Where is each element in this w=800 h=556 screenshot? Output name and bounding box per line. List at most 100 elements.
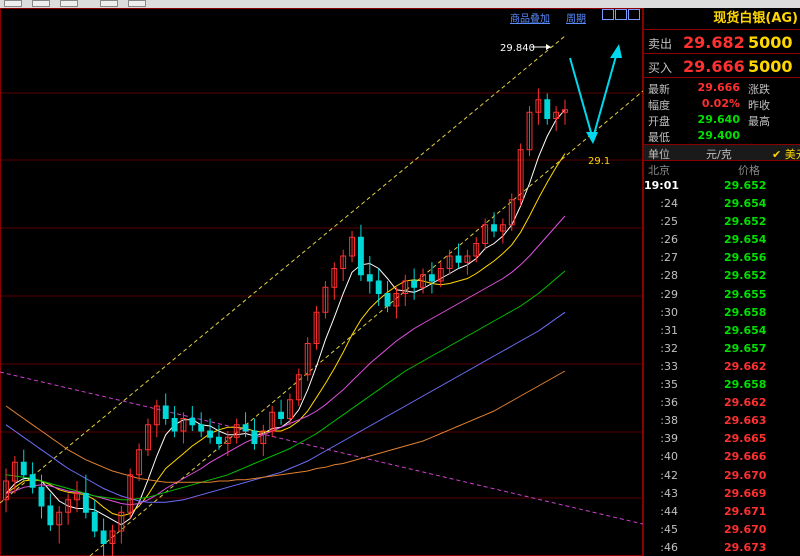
sell-label: 卖出 (648, 37, 673, 51)
candle (198, 412, 205, 438)
stat-value: 29.666 (697, 81, 740, 94)
tick-row: :30 29.658 (644, 304, 800, 322)
tick-time: :40 (660, 450, 678, 464)
candle (295, 368, 302, 406)
tick-price: 29.666 (724, 450, 767, 464)
period-icon-2[interactable] (615, 9, 627, 20)
sell-row[interactable]: 卖出 29.682 5000 (644, 30, 800, 54)
tick-price: 29.654 (724, 323, 767, 337)
candle-body (375, 280, 382, 294)
candle (411, 268, 418, 300)
chart-border (0, 8, 643, 556)
candle (180, 412, 187, 444)
top-toolbar (0, 0, 800, 8)
tick-row: :35 29.658 (644, 376, 800, 394)
tick-row: :44 29.671 (644, 503, 800, 521)
tick-price: 29.663 (724, 414, 767, 428)
toolbar-button-5[interactable] (128, 0, 146, 7)
candles (3, 88, 568, 556)
stat-value: 29.400 (697, 129, 740, 142)
tick-row: :36 29.662 (644, 394, 800, 412)
tick-price: 29.652 (724, 269, 767, 283)
candlestick-chart[interactable]: 29.840 29.1 (0, 8, 643, 556)
tick-list[interactable]: 19:01 29.652:24 29.654:25 29.652:26 29.654:2… (644, 177, 800, 556)
candle (340, 249, 347, 281)
product-overlay-link[interactable]: 商品叠加 (510, 10, 550, 25)
high-marker-arrow (546, 44, 551, 50)
ma-line (5, 370, 566, 483)
candle (535, 88, 542, 125)
candle-body (91, 511, 98, 532)
candle (145, 418, 151, 456)
tick-row: 19:01 29.652 (644, 177, 800, 195)
tick-price: 29.669 (724, 486, 767, 500)
toolbar-button-2[interactable] (32, 0, 50, 7)
tick-row: :38 29.663 (644, 412, 800, 430)
tick-price: 29.665 (724, 432, 767, 446)
tick-time: :25 (660, 215, 678, 229)
period-icon-3[interactable] (628, 9, 640, 20)
tick-row: :43 29.669 (644, 485, 800, 503)
projection-down-arrowhead (586, 132, 598, 144)
candle-body (278, 411, 285, 419)
candle-body (20, 461, 27, 476)
candle-body (162, 405, 169, 419)
toolbar-button-3[interactable] (60, 0, 78, 7)
projection-up-arrowhead (610, 44, 622, 58)
quote-panel: 现货白银(AG) 卖出 29.682 5000 买入 29.666 5000 最… (643, 8, 800, 556)
candle (233, 418, 240, 444)
tick-time: :46 (660, 540, 678, 554)
candle (331, 262, 338, 300)
tick-price: 29.654 (724, 197, 767, 211)
tick-time: :29 (660, 287, 678, 301)
period-icon-1[interactable] (602, 9, 614, 20)
toolbar-button-4[interactable] (100, 0, 118, 7)
sell-volume: 5000 (748, 33, 793, 52)
candle-body (411, 280, 418, 288)
candle-body (38, 486, 45, 507)
ticks-header-place: 北京 (648, 164, 670, 177)
candle-body (357, 236, 364, 276)
tick-price: 29.673 (724, 540, 767, 554)
instrument-title: 现货白银(AG) (644, 8, 800, 30)
tick-price: 29.652 (724, 215, 767, 229)
period-icons (602, 9, 640, 20)
tick-row: :26 29.654 (644, 231, 800, 249)
stat-label-2: 昨收 (748, 99, 770, 112)
tick-row: :24 29.654 (644, 195, 800, 213)
candle (269, 406, 276, 438)
candle-body (366, 274, 373, 282)
candle (349, 231, 355, 263)
candle (251, 418, 258, 450)
currency-toggle[interactable]: ✔ 美元 (772, 146, 800, 162)
tick-price: 29.671 (724, 504, 767, 518)
candle-body (207, 430, 214, 438)
candle (357, 224, 364, 281)
period-link[interactable]: 周期 (566, 10, 586, 25)
candle-body (251, 430, 258, 444)
candle (446, 249, 453, 275)
buy-label: 买入 (648, 61, 673, 75)
candle (366, 256, 373, 294)
tick-price: 29.655 (724, 287, 767, 301)
unit-label: 单位 (648, 148, 670, 161)
candle (499, 218, 506, 244)
candle (118, 506, 125, 544)
tick-time: :24 (660, 197, 678, 211)
buy-row[interactable]: 买入 29.666 5000 (644, 54, 800, 78)
candle-body (491, 224, 497, 232)
candle-body (428, 274, 435, 282)
candle (553, 106, 560, 131)
ticks-header: 北京 价格 (644, 161, 800, 177)
tick-price: 29.670 (724, 522, 767, 536)
tick-time: :32 (660, 341, 678, 355)
candle (544, 93, 551, 125)
candlestick-chart-area[interactable]: 29.840 29.1 商品叠加 周期 (0, 8, 643, 556)
toolbar-button-1[interactable] (4, 0, 22, 7)
projection-down-line (569, 57, 593, 137)
stat-label: 幅度 (648, 99, 670, 112)
candle (286, 393, 293, 425)
sell-price: 29.682 (683, 33, 745, 52)
tick-time: :26 (660, 233, 678, 247)
tick-row: :28 29.652 (644, 267, 800, 285)
